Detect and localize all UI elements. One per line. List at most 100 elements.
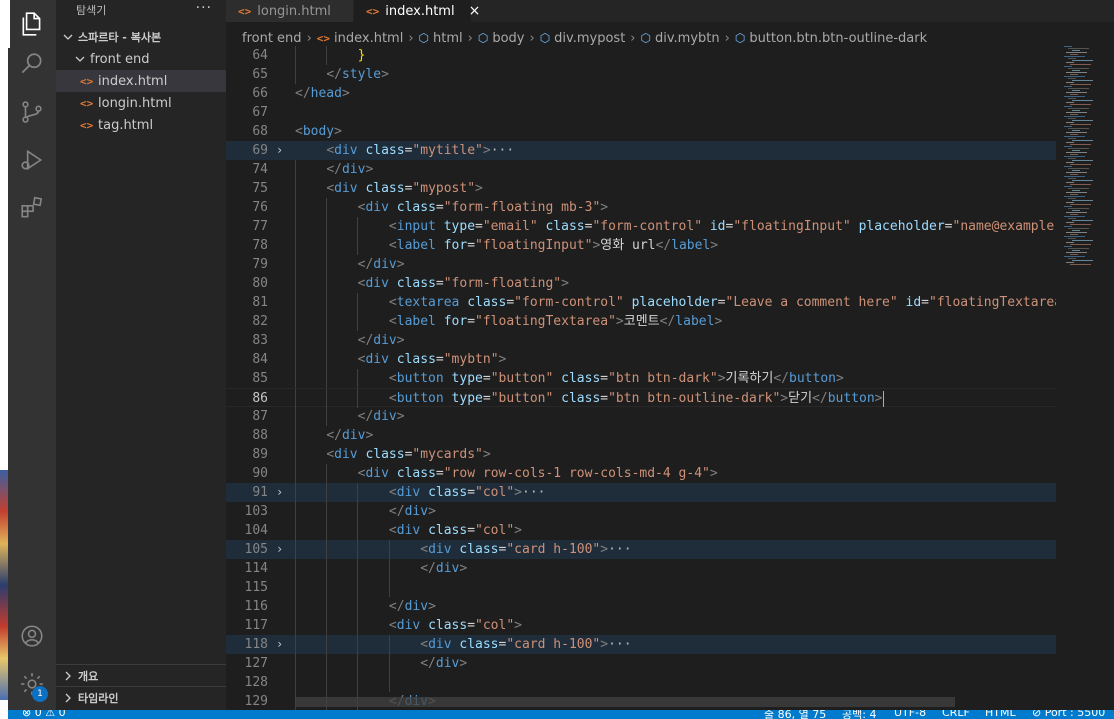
line-number: 127 <box>244 656 268 671</box>
code-line[interactable]: 77 <input type="email" class="form-contr… <box>226 217 1056 236</box>
code-line[interactable]: 118 › <div class="card h-100">··· <box>226 635 1056 654</box>
breadcrumb-item[interactable]: div.mybtn <box>655 31 720 46</box>
fold-chevron-icon[interactable]: › <box>276 635 290 654</box>
fold-chevron-icon[interactable]: › <box>276 141 290 160</box>
code-line[interactable]: 78 <label for="floatingInput">영화 url</la… <box>226 236 1056 255</box>
source-control-icon[interactable] <box>8 88 56 136</box>
extensions-icon[interactable] <box>8 184 56 232</box>
minimap-line <box>1070 184 1091 185</box>
minimap-line <box>1066 162 1074 163</box>
fold-chevron-icon[interactable]: › <box>276 483 290 502</box>
indent-guide <box>326 578 328 597</box>
breadcrumb-item[interactable]: index.html <box>334 31 403 46</box>
indent-guide <box>295 578 296 597</box>
code-line[interactable]: 81 <textarea class="form-control" placeh… <box>226 293 1056 312</box>
workspace-folder[interactable]: 스파르타 - 복사본 <box>56 26 226 48</box>
minimap-line <box>1068 158 1076 159</box>
explorer-title: 탐색기 <box>76 4 107 17</box>
minimap-line <box>1068 108 1089 109</box>
code-line[interactable]: 87 </div> <box>226 407 1056 426</box>
code-line[interactable]: 82 <label for="floatingTextarea">코멘트</la… <box>226 312 1056 331</box>
language-mode[interactable]: HTML <box>985 710 1016 719</box>
minimap-line <box>1072 60 1093 61</box>
run-debug-icon[interactable] <box>8 136 56 184</box>
breadcrumb-item[interactable]: body <box>492 31 524 46</box>
code-text: <div class="mytitle">··· <box>326 143 515 158</box>
account-icon[interactable] <box>8 612 56 660</box>
close-icon[interactable]: × <box>469 3 481 19</box>
code-line[interactable]: 80 <div class="form-floating"> <box>226 274 1056 293</box>
code-text: <div class="col">··· <box>388 485 546 500</box>
breadcrumb-item[interactable]: front end <box>242 31 302 46</box>
end-of-line[interactable]: CRLF <box>942 710 970 719</box>
code-line[interactable]: 88 </div> <box>226 426 1056 445</box>
code-line[interactable]: 84 <div class="mybtn"> <box>226 350 1056 369</box>
code-line[interactable]: 64 } <box>226 46 1056 65</box>
code-line[interactable]: 75 <div class="mypost"> <box>226 179 1056 198</box>
line-number: 90 <box>252 466 268 481</box>
breadcrumb-item[interactable]: html <box>433 31 463 46</box>
minimap-line <box>1064 56 1085 57</box>
code-editor[interactable]: 64 } 65 </style> 66 </head> 67 68 <body> 69 › <d… <box>226 46 1056 710</box>
minimap-line <box>1072 80 1093 81</box>
tab-index-html[interactable]: <> index.html × <box>354 0 480 22</box>
code-line[interactable]: 66 </head> <box>226 84 1056 103</box>
code-line[interactable]: 105 › <div class="card h-100">··· <box>226 540 1056 559</box>
manage-gear-icon[interactable]: 1 <box>8 660 56 708</box>
minimap-line <box>1070 194 1078 195</box>
minimap-line <box>1064 226 1072 227</box>
fold-chevron-icon[interactable]: › <box>276 540 290 559</box>
problems-indicator[interactable]: ⊗ 0 ⚠ 0 <box>22 710 66 719</box>
timeline-section[interactable]: 타임라인 <box>56 686 226 708</box>
code-line[interactable]: 65 </style> <box>226 65 1056 84</box>
minimap-line <box>1072 170 1080 171</box>
minimap-line <box>1070 94 1078 95</box>
horizontal-scrollbar[interactable] <box>295 697 955 707</box>
breadcrumb-item[interactable]: div.mypost <box>554 31 625 46</box>
code-line[interactable]: 90 <div class="row row-cols-1 row-cols-m… <box>226 464 1056 483</box>
minimap-line <box>1064 96 1085 97</box>
search-icon[interactable] <box>8 40 56 88</box>
code-line[interactable]: 68 <body> <box>226 122 1056 141</box>
code-line[interactable]: 91 › <div class="col">··· <box>226 483 1056 502</box>
file-longin-html[interactable]: <> longin.html <box>56 92 226 114</box>
encoding[interactable]: UTF-8 <box>894 710 926 719</box>
code-line[interactable]: 114 </div> <box>226 559 1056 578</box>
minimap-line <box>1068 178 1076 179</box>
minimap-line <box>1072 230 1080 231</box>
code-line[interactable]: 89 <div class="mycards"> <box>226 445 1056 464</box>
code-line[interactable]: 116 </div> <box>226 597 1056 616</box>
code-line[interactable]: 79 </div> <box>226 255 1056 274</box>
outline-section[interactable]: 개요 <box>56 664 226 686</box>
line-number: 82 <box>252 314 268 329</box>
file-index-html[interactable]: <> index.html <box>56 70 226 92</box>
minimap-line <box>1064 86 1072 87</box>
code-line[interactable]: 69 › <div class="mytitle">··· <box>226 141 1056 160</box>
tab-longin-html[interactable]: <> longin.html <box>226 0 354 22</box>
minimap-line <box>1072 260 1093 261</box>
code-text: <div class="mypost"> <box>326 181 483 196</box>
code-line[interactable]: 86 <button type="button" class="btn btn-… <box>226 388 1056 408</box>
html-file-icon: <> <box>80 74 94 88</box>
code-text: </div> <box>388 599 436 614</box>
code-line[interactable]: 103 </div> <box>226 502 1056 521</box>
more-actions-button[interactable]: ··· <box>196 0 212 16</box>
indentation[interactable]: 공백: 4 <box>842 710 876 719</box>
folder-front-end[interactable]: front end <box>56 48 226 70</box>
live-server-port[interactable]: ⊘ Port : 5500 <box>1032 710 1105 719</box>
code-line[interactable]: 76 <div class="form-floating mb-3"> <box>226 198 1056 217</box>
file-tag-html[interactable]: <> tag.html <box>56 114 226 136</box>
code-line[interactable]: 127 </div> <box>226 654 1056 673</box>
code-line[interactable]: 128 <box>226 673 1056 692</box>
code-line[interactable]: 83 </div> <box>226 331 1056 350</box>
code-line[interactable]: 85 <button type="button" class="btn btn-… <box>226 369 1056 388</box>
code-line[interactable]: 74 </div> <box>226 160 1056 179</box>
code-line[interactable]: 115 <box>226 578 1056 597</box>
code-line[interactable]: 67 <box>226 103 1056 122</box>
cursor-position[interactable]: 줄 86, 열 75 <box>764 710 826 719</box>
minimap[interactable] <box>1062 46 1114 710</box>
code-line[interactable]: 104 <div class="col"> <box>226 521 1056 540</box>
background-artwork <box>0 470 8 700</box>
code-line[interactable]: 117 <div class="col"> <box>226 616 1056 635</box>
breadcrumb-item[interactable]: button.btn.btn-outline-dark <box>749 31 927 46</box>
